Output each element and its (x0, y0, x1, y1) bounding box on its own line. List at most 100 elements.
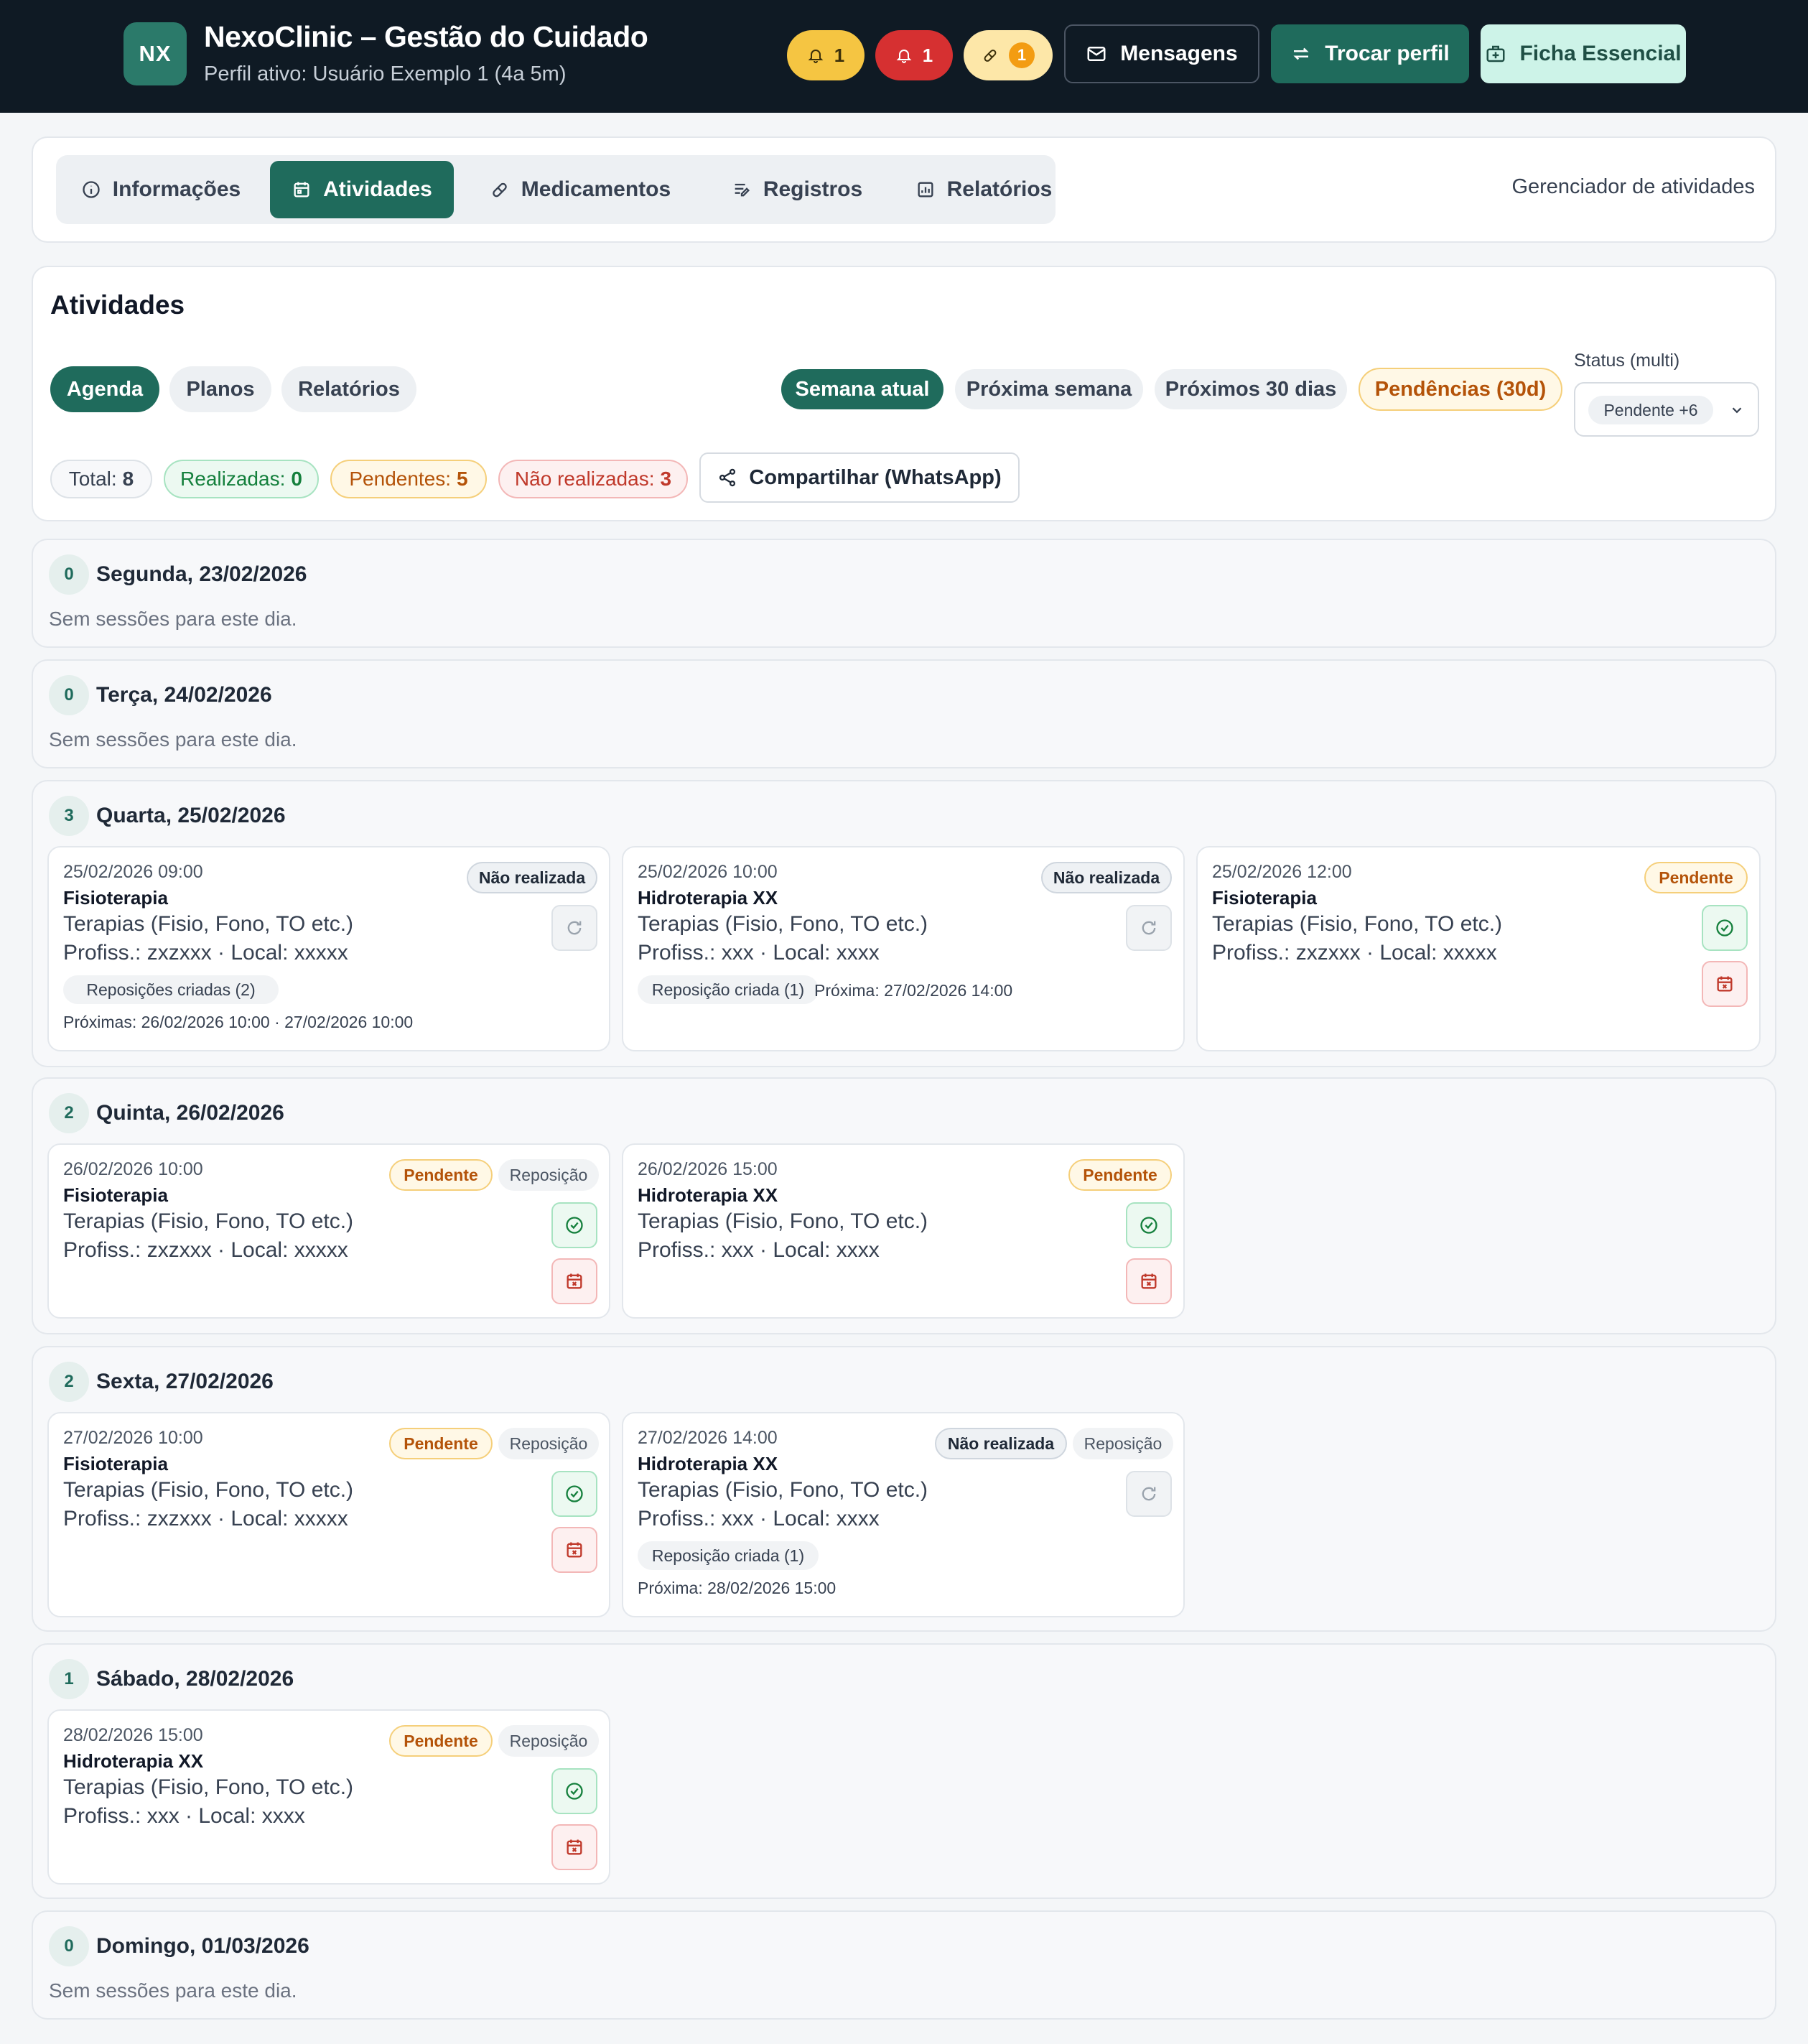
empty-day-text: Sem sessões para este dia. (49, 608, 297, 630)
day-card: 2 Quinta, 26/02/2026 26/02/2026 10:00 Fi… (32, 1077, 1776, 1334)
app-header: NX NexoClinic – Gestão do Cuidado Perfil… (0, 0, 1808, 113)
day-card: 1 Sábado, 28/02/2026 28/02/2026 15:00 Hi… (32, 1643, 1776, 1899)
day-title: Quarta, 25/02/2026 (96, 804, 286, 827)
alert-badge-warning[interactable]: 1 (787, 30, 865, 80)
alert-count: 1 (922, 44, 933, 66)
day-count-badge: 0 (49, 1926, 89, 1966)
mark-done-button[interactable] (551, 1471, 597, 1517)
mark-missed-button[interactable] (1126, 1258, 1172, 1304)
session-datetime: 27/02/2026 10:00 (63, 1428, 203, 1448)
day-card: 0 Segunda, 23/02/2026 Sem sessões para e… (32, 539, 1776, 648)
session-category: Terapias (Fisio, Fono, TO etc.) (63, 1478, 354, 1502)
calendar-x-icon (1715, 974, 1735, 994)
messages-button[interactable]: Mensagens (1064, 24, 1259, 83)
day-count-badge: 3 (49, 796, 89, 836)
subtab-relatorios[interactable]: Relatórios (281, 366, 416, 412)
session-card[interactable]: 25/02/2026 10:00 Hidroterapia XX Terapia… (622, 846, 1185, 1051)
reschedule-button[interactable] (1126, 905, 1172, 951)
reschedule-button[interactable] (1126, 1471, 1172, 1517)
session-professional: Profiss.: zxzxxx · Local: xxxxx (63, 941, 348, 965)
day-header: 0 Domingo, 01/03/2026 (49, 1926, 309, 1966)
check-circle-icon (1715, 918, 1735, 938)
stat-value: 5 (457, 468, 468, 490)
medication-alert-badge[interactable]: 1 (964, 30, 1053, 80)
tab-atividades[interactable]: Atividades (270, 161, 454, 218)
subtab-planos[interactable]: Planos (169, 366, 271, 412)
mail-icon (1086, 43, 1107, 65)
mark-done-button[interactable] (551, 1768, 597, 1814)
stat-label: Não realizadas: (514, 468, 655, 490)
tab-label: Atividades (323, 177, 432, 201)
empty-day-text: Sem sessões para este dia. (49, 1979, 297, 2002)
mark-missed-button[interactable] (551, 1527, 597, 1573)
day-count-badge: 0 (49, 554, 89, 595)
activity-manager-label: Gerenciador de atividades (1511, 175, 1755, 198)
stat-value: 0 (291, 468, 302, 490)
bell-icon (807, 47, 824, 64)
day-card: 2 Sexta, 27/02/2026 27/02/2026 10:00 Fis… (32, 1346, 1776, 1632)
session-card[interactable]: 25/02/2026 09:00 Fisioterapia Terapias (… (47, 846, 610, 1051)
essential-sheet-button[interactable]: Ficha Essencial (1481, 24, 1686, 83)
tab-label: Registros (763, 177, 863, 201)
mark-missed-button[interactable] (551, 1824, 597, 1870)
session-professional: Profiss.: xxx · Local: xxxx (638, 1507, 880, 1530)
reposition-chip: Reposição criada (1) (638, 1541, 819, 1570)
period-next-week[interactable]: Próxima semana (955, 369, 1143, 409)
check-circle-icon (564, 1484, 584, 1504)
day-title: Sábado, 28/02/2026 (96, 1667, 294, 1691)
tab-registros[interactable]: Registros (702, 161, 892, 218)
tab-informacoes[interactable]: Informações (62, 161, 260, 218)
session-category: Terapias (Fisio, Fono, TO etc.) (63, 1209, 354, 1233)
period-current-week[interactable]: Semana atual (781, 369, 943, 409)
reposition-tag: Reposição (498, 1159, 599, 1191)
reschedule-button[interactable] (551, 905, 597, 951)
tab-label: Informações (112, 177, 241, 201)
reposition-tag: Reposição (498, 1428, 599, 1459)
session-card[interactable]: 28/02/2026 15:00 Hidroterapia XX Terapia… (47, 1709, 610, 1885)
mark-done-button[interactable] (1702, 905, 1748, 951)
refresh-icon (1139, 1484, 1159, 1504)
status-badge: Pendente (389, 1159, 493, 1191)
session-datetime: 27/02/2026 14:00 (638, 1428, 778, 1448)
alert-badge-critical[interactable]: 1 (875, 30, 953, 80)
session-card[interactable]: 27/02/2026 10:00 Fisioterapia Terapias (… (47, 1412, 610, 1617)
day-title: Segunda, 23/02/2026 (96, 562, 307, 586)
session-card[interactable]: 26/02/2026 15:00 Hidroterapia XX Terapia… (622, 1143, 1185, 1319)
mark-missed-button[interactable] (1702, 961, 1748, 1007)
session-professional: Profiss.: xxx · Local: xxxx (638, 941, 880, 965)
day-header: 1 Sábado, 28/02/2026 (49, 1659, 294, 1699)
status-badge: Não realizada (1041, 862, 1172, 893)
day-title: Sexta, 27/02/2026 (96, 1370, 274, 1393)
day-card: 0 Domingo, 01/03/2026 Sem sessões para e… (32, 1910, 1776, 2020)
session-card[interactable]: 25/02/2026 12:00 Fisioterapia Terapias (… (1196, 846, 1761, 1051)
period-pending-30d[interactable]: Pendências (30d) (1359, 368, 1562, 411)
stat-label: Realizadas: (180, 468, 286, 490)
day-header: 2 Quinta, 26/02/2026 (49, 1093, 284, 1133)
mark-done-button[interactable] (551, 1202, 597, 1248)
notes-icon (732, 180, 752, 200)
reposition-chip: Reposição criada (1) (638, 975, 819, 1004)
empty-day-text: Sem sessões para este dia. (49, 728, 297, 751)
day-card: 0 Terça, 24/02/2026 Sem sessões para est… (32, 659, 1776, 768)
day-count-badge: 0 (49, 675, 89, 715)
session-card[interactable]: 26/02/2026 10:00 Fisioterapia Terapias (… (47, 1143, 610, 1319)
switch-profile-button[interactable]: Trocar perfil (1271, 24, 1469, 83)
session-card[interactable]: 27/02/2026 14:00 Hidroterapia XX Terapia… (622, 1412, 1185, 1617)
status-badge: Pendente (1068, 1159, 1172, 1191)
subtab-agenda[interactable]: Agenda (50, 366, 159, 412)
info-icon (81, 180, 101, 200)
mark-done-button[interactable] (1126, 1202, 1172, 1248)
tab-medicamentos[interactable]: Medicamentos (464, 161, 696, 218)
period-next-30-days[interactable]: Próximos 30 dias (1155, 369, 1347, 409)
mark-missed-button[interactable] (551, 1258, 597, 1304)
share-whatsapp-button[interactable]: Compartilhar (WhatsApp) (699, 452, 1020, 503)
status-filter-select[interactable]: Pendente +6 (1574, 382, 1759, 437)
calendar-x-icon (564, 1837, 584, 1857)
check-circle-icon (564, 1781, 584, 1801)
day-card: 3 Quarta, 25/02/2026 25/02/2026 09:00 Fi… (32, 780, 1776, 1067)
stat-value: 3 (660, 468, 672, 490)
tab-relatorios[interactable]: Relatórios (889, 161, 1078, 218)
share-label: Compartilhar (WhatsApp) (749, 465, 1002, 489)
reposition-tag: Reposição (1073, 1428, 1173, 1459)
status-badge: Não realizada (467, 862, 597, 893)
